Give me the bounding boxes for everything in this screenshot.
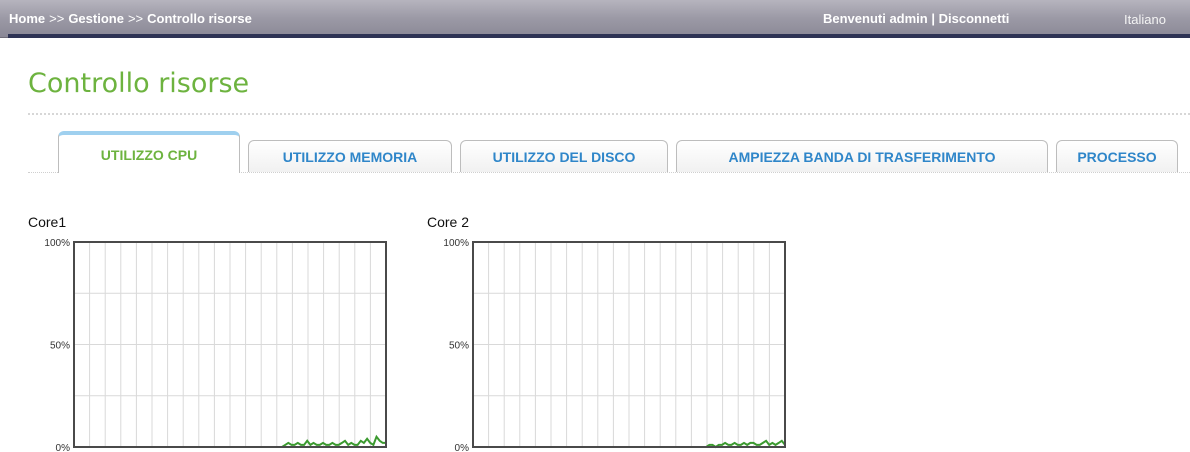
user-area-divider: | [931,11,936,26]
y-tick-label: 0% [56,443,71,452]
breadcrumb-home[interactable]: Home [9,11,45,26]
breadcrumb-separator: >> [49,11,65,26]
language-selector[interactable]: Italiano [1124,12,1166,27]
breadcrumb-gestione[interactable]: Gestione [68,11,124,26]
tab-memory-usage[interactable]: UTILIZZO MEMORIA [248,140,452,172]
top-bar-underline [8,34,1190,38]
top-bar: Home >> Gestione >> Controllo risorse Be… [0,0,1190,38]
y-tick-label: 100% [44,238,70,249]
tab-disk-usage[interactable]: UTILIZZO DEL DISCO [460,140,668,172]
y-tick-label: 50% [50,341,70,352]
y-tick-label: 0% [455,443,470,452]
page-title: Controllo risorse [28,68,250,99]
y-tick-label: 100% [443,238,469,249]
logout-link[interactable]: Disconnetti [939,11,1010,26]
breadcrumb-separator: >> [127,11,144,26]
breadcrumb-current: Controllo risorse [147,11,252,26]
core1-chart-svg: 100% 50% 0% [44,238,387,452]
tab-cpu-usage[interactable]: UTILIZZO CPU [58,131,240,173]
y-tick-label: 50% [449,341,469,352]
welcome-text: Benvenuti admin [823,11,928,26]
user-area: Benvenuti admin | Disconnetti [823,11,1009,26]
tab-bandwidth[interactable]: AMPIEZZA BANDA DI TRASFERIMENTO [676,140,1048,172]
tab-process[interactable]: PROCESSO [1056,140,1178,172]
core2-chart-svg: 100% 50% 0% [443,238,786,452]
breadcrumb: Home >> Gestione >> Controllo risorse [9,11,252,26]
title-divider [28,113,1190,115]
